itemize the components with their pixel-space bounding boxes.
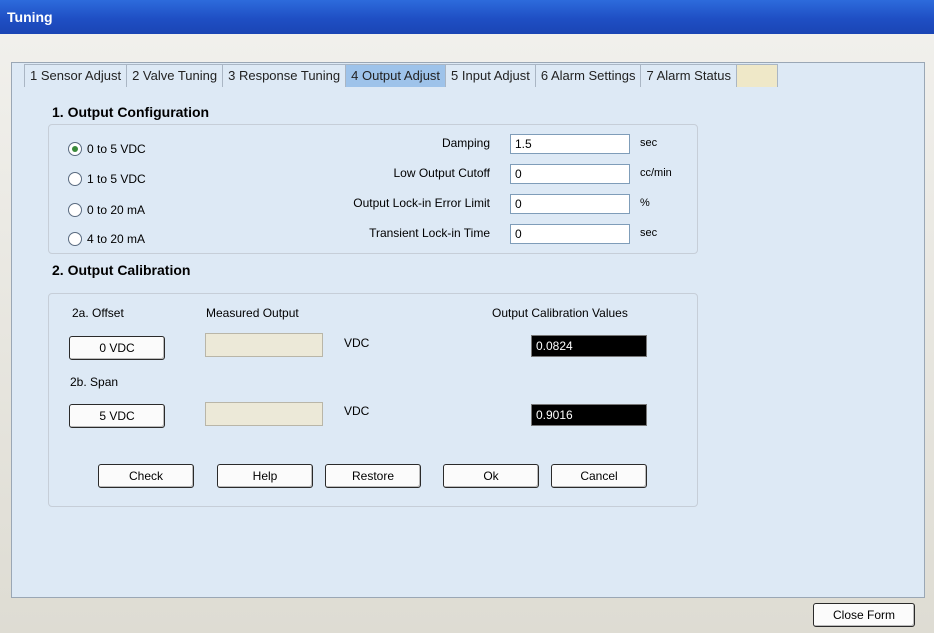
output-lock-in-error-limit-label: Output Lock-in Error Limit (353, 196, 490, 210)
span-measured-output-field (205, 402, 323, 426)
radio-label: 0 to 5 VDC (87, 142, 146, 156)
radio-unchecked-icon (68, 172, 82, 186)
radio-label: 0 to 20 mA (87, 203, 146, 217)
check-button[interactable]: Check (98, 464, 194, 488)
offset-unit: VDC (344, 336, 370, 350)
output-lock-in-error-limit-input[interactable] (510, 194, 630, 214)
radio-0-to-20-ma[interactable]: 0 to 20 mA (68, 203, 145, 217)
tab-strip-filler (736, 64, 779, 87)
output-calibration-values-label: Output Calibration Values (492, 306, 628, 320)
tab-valve-tuning[interactable]: 2 Valve Tuning (126, 64, 224, 87)
tab-strip: 1 Sensor Adjust 2 Valve Tuning 3 Respons… (24, 64, 779, 87)
offset-0-vdc-button[interactable]: 0 VDC (69, 336, 165, 360)
span-calibration-value: 0.9016 (531, 404, 647, 426)
transient-lock-in-time-label: Transient Lock-in Time (369, 226, 490, 240)
radio-label: 1 to 5 VDC (87, 172, 146, 186)
window-title-bar: Tuning (0, 0, 934, 34)
span-label: 2b. Span (70, 375, 119, 389)
output-configuration-title: 1. Output Configuration (52, 104, 210, 120)
span-5-vdc-button[interactable]: 5 VDC (69, 404, 165, 428)
output-lock-in-error-limit-unit: % (640, 197, 650, 209)
damping-unit: sec (640, 137, 658, 149)
cancel-button[interactable]: Cancel (551, 464, 647, 488)
radio-label: 4 to 20 mA (87, 232, 146, 246)
offset-calibration-value: 0.0824 (531, 335, 647, 357)
help-button[interactable]: Help (217, 464, 313, 488)
output-calibration-title: 2. Output Calibration (52, 262, 191, 278)
radio-checked-icon (68, 142, 82, 156)
tab-output-adjust[interactable]: 4 Output Adjust (345, 64, 447, 87)
low-output-cutoff-label: Low Output Cutoff (393, 166, 490, 180)
transient-lock-in-time-unit: sec (640, 227, 658, 239)
ok-button[interactable]: Ok (443, 464, 539, 488)
damping-label: Damping (441, 136, 490, 150)
radio-unchecked-icon (68, 203, 82, 217)
tab-response-tuning[interactable]: 3 Response Tuning (222, 64, 347, 87)
low-output-cutoff-unit: cc/min (640, 167, 672, 179)
tab-sensor-adjust[interactable]: 1 Sensor Adjust (24, 64, 128, 87)
transient-lock-in-time-input[interactable] (510, 224, 630, 244)
span-unit: VDC (344, 404, 370, 418)
measured-output-label: Measured Output (206, 306, 299, 320)
radio-0-to-5-vdc[interactable]: 0 to 5 VDC (68, 142, 146, 156)
close-form-button[interactable]: Close Form (813, 603, 915, 627)
offset-measured-output-field (205, 333, 323, 357)
restore-button[interactable]: Restore (325, 464, 421, 488)
offset-label: 2a. Offset (72, 306, 124, 320)
low-output-cutoff-input[interactable] (510, 164, 630, 184)
radio-1-to-5-vdc[interactable]: 1 to 5 VDC (68, 172, 146, 186)
window-title: Tuning (7, 9, 53, 25)
damping-input[interactable] (510, 134, 630, 154)
tab-alarm-status[interactable]: 7 Alarm Status (640, 64, 738, 87)
tab-alarm-settings[interactable]: 6 Alarm Settings (534, 64, 642, 87)
radio-unchecked-icon (68, 232, 82, 246)
tab-input-adjust[interactable]: 5 Input Adjust (445, 64, 536, 87)
radio-4-to-20-ma[interactable]: 4 to 20 mA (68, 232, 145, 246)
